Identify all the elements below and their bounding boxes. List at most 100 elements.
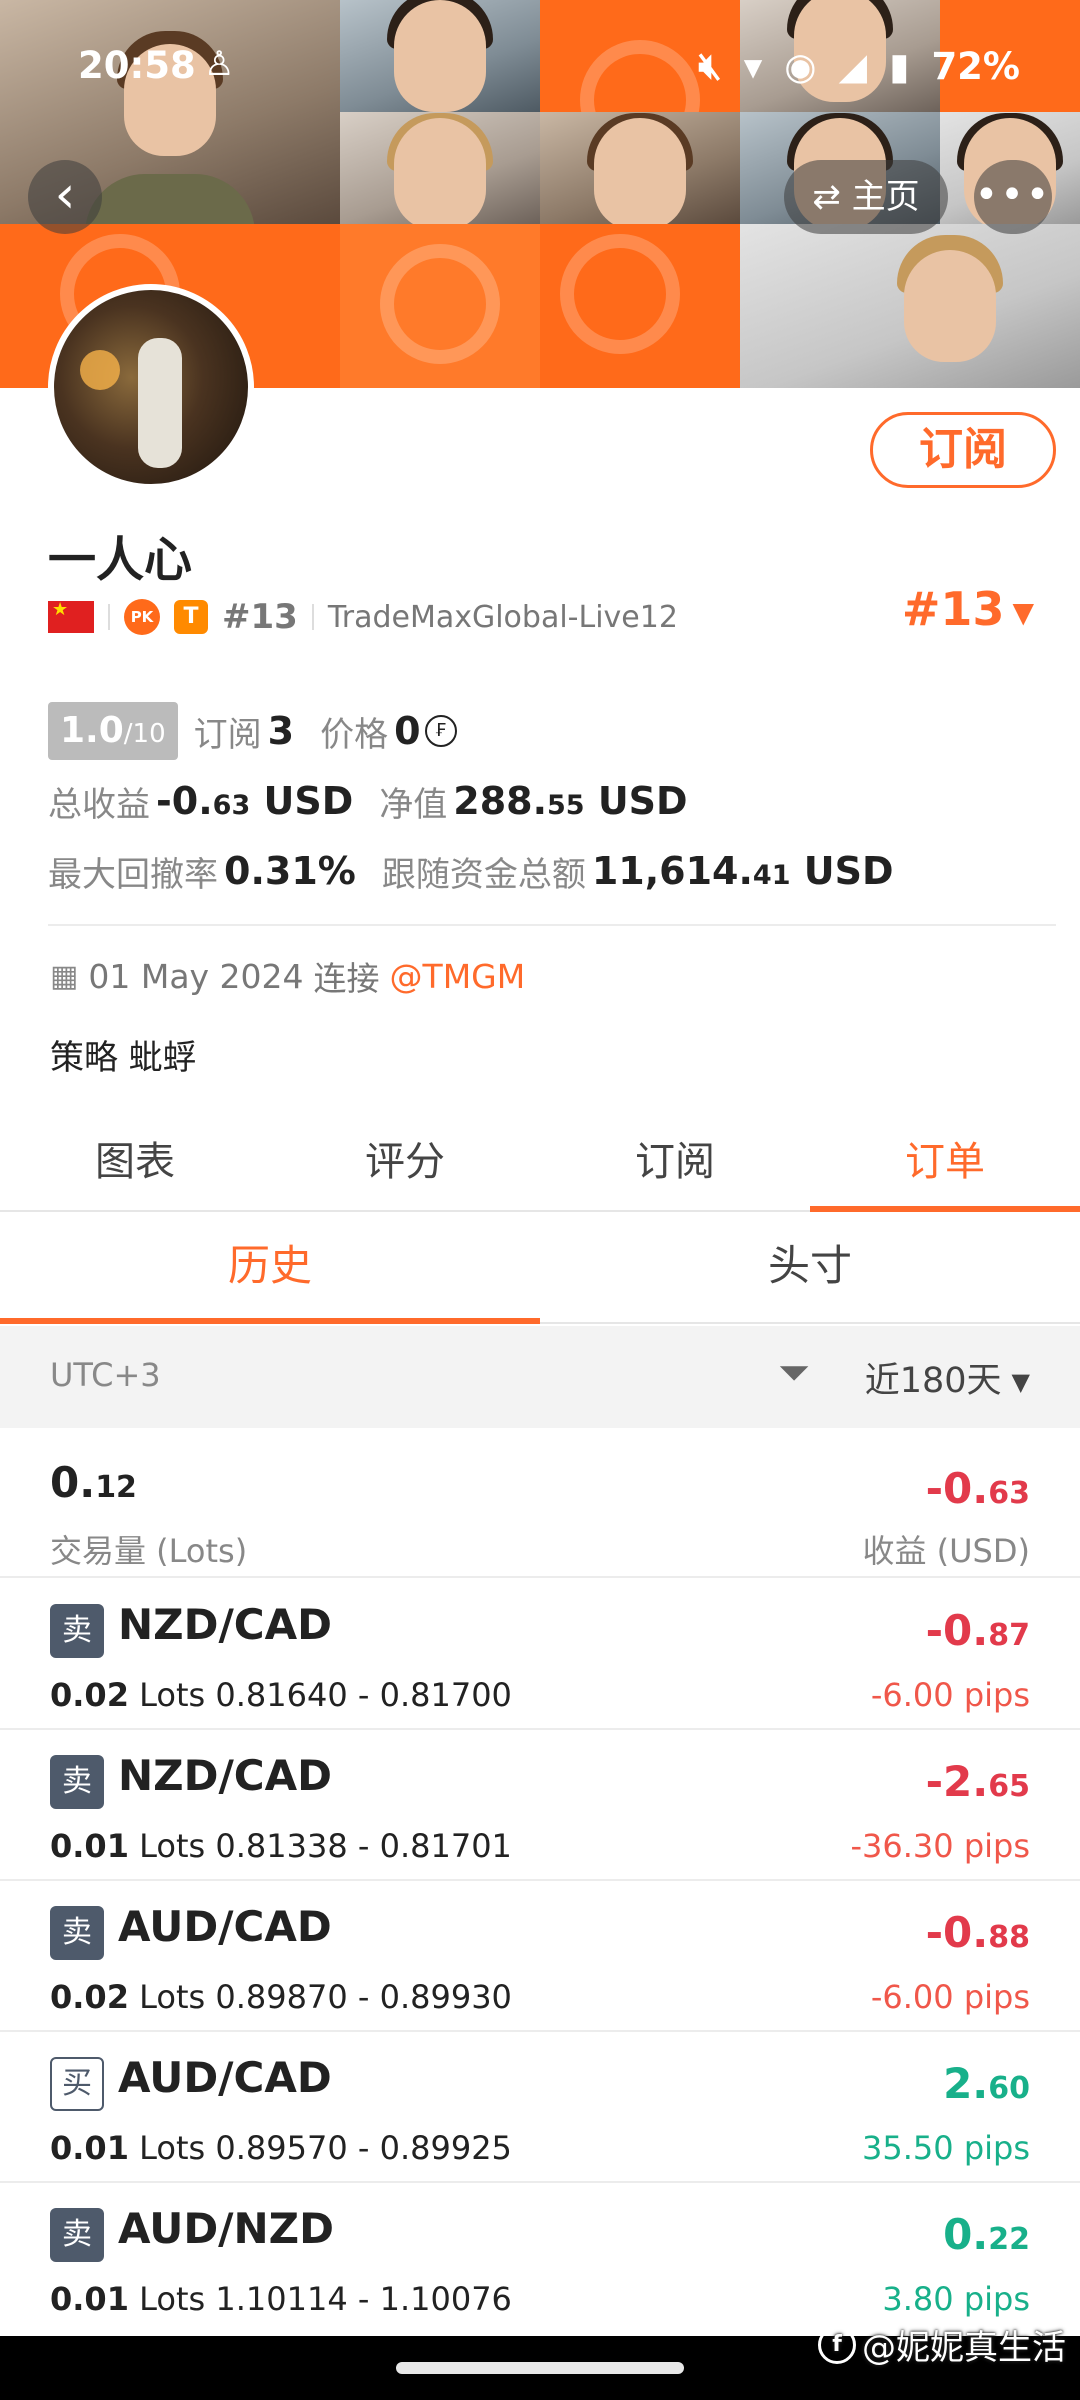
chevron-left-icon: ‹: [54, 165, 76, 225]
caret-down-icon: ▼: [1011, 1368, 1030, 1396]
banner-pattern-5: [540, 224, 740, 388]
equity-value: 288.55 USD: [453, 779, 688, 823]
total-profit-label: 总收益: [48, 784, 150, 825]
watermark: f @妮妮真生活: [818, 2320, 1066, 2369]
banner-photo-4: [340, 112, 540, 230]
order-profit: -2.65: [925, 1757, 1030, 1806]
divider: [311, 604, 314, 630]
price-label: 价格: [320, 714, 389, 755]
rank-big-label: #13: [901, 582, 1005, 636]
banner-photo-8: [740, 224, 1080, 388]
order-profit: 2.60: [943, 2059, 1030, 2108]
order-lots: 0.01 Lots 1.10114 - 1.10076: [50, 2280, 512, 2318]
summary-volume: 0.12: [50, 1458, 137, 1507]
summary-profit-label: 收益 (USD): [862, 1532, 1030, 1570]
connect-text: 连接: [313, 959, 380, 998]
order-profit: -0.87: [925, 1606, 1030, 1655]
more-button[interactable]: •••: [974, 160, 1052, 234]
tab-rating[interactable]: 评分: [270, 1120, 540, 1210]
score-badge: 1.0/10: [48, 702, 178, 760]
max-drawdown-value: 0.31%: [224, 849, 356, 893]
status-bar: 20:58 ♙ 🔇︎ ▾ ◉ ◢ ▮ 72%: [0, 40, 1080, 100]
watermark-text: @妮妮真生活: [862, 2328, 1066, 2368]
profile-name: 一人心: [48, 532, 193, 588]
order-lots: 0.01 Lots 0.89570 - 0.89925: [50, 2129, 512, 2167]
wifi-icon: ▾: [743, 44, 763, 88]
order-lots: 0.02 Lots 0.89870 - 0.89930: [50, 1978, 512, 2016]
home-button[interactable]: ⇄ 主页: [784, 160, 948, 234]
order-row[interactable]: 卖 AUD/CAD 0.02 Lots 0.89870 - 0.89930 -0…: [0, 1882, 1080, 2032]
score-value: 1.0: [60, 710, 124, 751]
main-tabs: 图表 评分 订阅 订单: [0, 1120, 1080, 1212]
tab-subscribe[interactable]: 订阅: [540, 1120, 810, 1210]
max-drawdown-label: 最大回撤率: [48, 854, 218, 895]
order-pips: -6.00 pips: [870, 1676, 1030, 1714]
equity-label: 净值: [379, 784, 448, 825]
sell-badge: 卖: [50, 1755, 104, 1809]
pk-badge-icon[interactable]: PK: [124, 599, 160, 635]
t-badge-icon[interactable]: T: [174, 600, 208, 634]
follow-funds-value: 11,614.41 USD: [591, 849, 894, 893]
home-label: 主页: [851, 177, 920, 217]
filter-icon[interactable]: ⏷: [778, 1350, 810, 1396]
banner-photo-5: [540, 112, 740, 230]
rank-dropdown[interactable]: #13 ▼: [902, 582, 1034, 636]
order-lots: 0.01 Lots 0.81338 - 0.81701: [50, 1827, 512, 1865]
home-gesture-handle[interactable]: [396, 2362, 684, 2374]
subtab-history[interactable]: 历史: [0, 1214, 540, 1324]
connect-info: ▦ 01 May 2024 连接 @TMGM: [50, 952, 525, 1000]
subtab-positions[interactable]: 头寸: [540, 1214, 1080, 1322]
battery-icon: ▮: [889, 44, 910, 88]
timezone-label: UTC+3: [50, 1356, 161, 1394]
divider: [48, 924, 1056, 926]
summary-volume-label: 交易量 (Lots): [50, 1532, 248, 1570]
order-pips: -36.30 pips: [850, 1827, 1030, 1865]
status-time: 20:58: [78, 44, 196, 87]
more-icon: •••: [974, 172, 1052, 218]
order-profit: 0.22: [943, 2210, 1030, 2259]
sell-badge: 卖: [50, 1604, 104, 1658]
swap-icon: ⇄: [812, 177, 841, 217]
order-pair: AUD/CAD: [118, 2053, 332, 2102]
order-pair: NZD/CAD: [118, 1600, 332, 1649]
stats-panel: 1.0/10 订阅 3 价格 0 ₣ 总收益 -0.63 USD 净值 288.…: [48, 696, 920, 906]
order-pips: 35.50 pips: [862, 2129, 1030, 2167]
order-pips: -6.00 pips: [870, 1978, 1030, 2016]
sell-badge: 卖: [50, 2208, 104, 2262]
mute-icon: 🔇︎: [698, 44, 722, 87]
qq-penguin-icon: ♙: [204, 44, 235, 84]
coin-icon: ₣: [424, 715, 457, 747]
avatar[interactable]: [48, 284, 254, 490]
tab-orders[interactable]: 订单: [810, 1120, 1080, 1212]
order-pair: NZD/CAD: [118, 1751, 332, 1800]
battery-level: 72%: [931, 44, 1020, 88]
tab-chart[interactable]: 图表: [0, 1120, 270, 1210]
signal-icon: ◢: [838, 44, 868, 88]
back-button[interactable]: ‹: [28, 160, 102, 234]
order-pips: 3.80 pips: [882, 2280, 1030, 2318]
divider: [108, 604, 110, 630]
buy-badge: 买: [50, 2057, 104, 2111]
order-row[interactable]: 卖 AUD/NZD 0.01 Lots 1.10114 - 1.10076 0.…: [0, 2184, 1080, 2334]
history-summary: 0.12 交易量 (Lots) -0.63 收益 (USD): [0, 1428, 1080, 1578]
server-name: TradeMaxGlobal-Live12: [327, 599, 678, 635]
filter-bar: UTC+3 ⏷ 近180天 ▼: [0, 1326, 1080, 1428]
order-pair: AUD/NZD: [118, 2204, 334, 2253]
connect-date: 01 May 2024: [88, 956, 304, 996]
broker-link[interactable]: @TMGM: [390, 957, 526, 996]
order-row[interactable]: 买 AUD/CAD 0.01 Lots 0.89570 - 0.89925 2.…: [0, 2033, 1080, 2183]
sell-badge: 卖: [50, 1906, 104, 1960]
subscribe-button[interactable]: 订阅: [870, 412, 1056, 488]
order-profit: -0.88: [925, 1908, 1030, 1957]
caret-down-icon: ▼: [1012, 596, 1034, 629]
period-dropdown[interactable]: 近180天 ▼: [865, 1352, 1030, 1403]
order-subtabs: 历史 头寸: [0, 1214, 1080, 1324]
total-profit-value: -0.63 USD: [156, 779, 354, 823]
hotspot-icon: ◉: [784, 44, 817, 88]
order-row[interactable]: 卖 NZD/CAD 0.02 Lots 0.81640 - 0.81700 -0…: [0, 1580, 1080, 1730]
follow-funds-label: 跟随资金总额: [381, 854, 586, 895]
weibo-logo-icon: f: [818, 2325, 856, 2364]
order-row[interactable]: 卖 NZD/CAD 0.01 Lots 0.81338 - 0.81701 -2…: [0, 1731, 1080, 1881]
strategy-text: 策略 蚍蜉: [50, 1038, 197, 1078]
profile-meta: PK T #13 TradeMaxGlobal-Live12: [48, 592, 678, 642]
